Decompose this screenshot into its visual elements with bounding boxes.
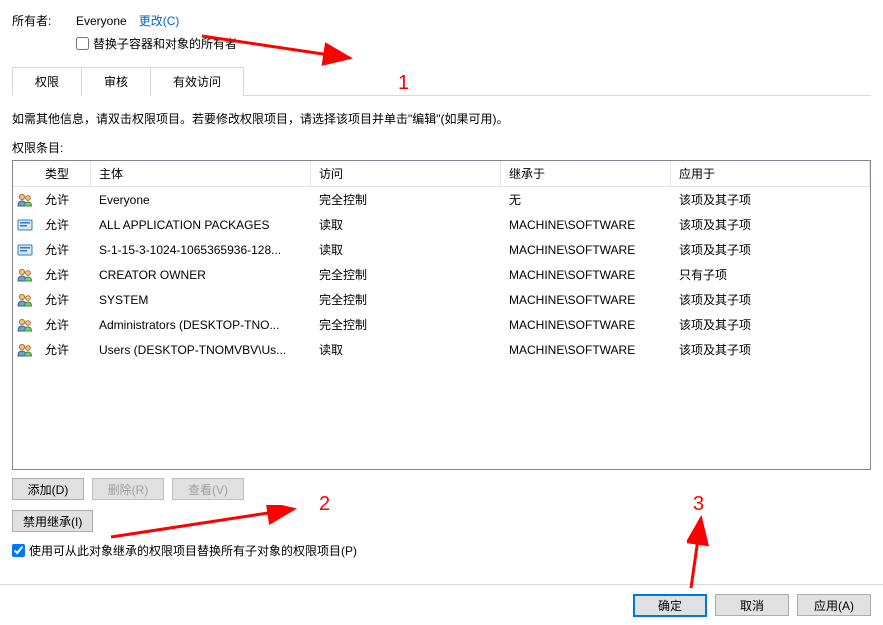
ok-button[interactable]: 确定 xyxy=(633,594,707,617)
table-row[interactable]: 允许CREATOR OWNER完全控制MACHINE\SOFTWARE只有子项 xyxy=(13,262,870,287)
table-header: 类型 主体 访问 继承于 应用于 xyxy=(13,161,870,187)
cell-principal: Everyone xyxy=(91,191,311,209)
cell-access: 读取 xyxy=(311,214,501,235)
table-row[interactable]: 允许SYSTEM完全控制MACHINE\SOFTWARE该项及其子项 xyxy=(13,287,870,312)
cell-apply: 该项及其子项 xyxy=(671,189,870,210)
cell-inherit: MACHINE\SOFTWARE xyxy=(501,266,671,284)
owner-change-link[interactable]: 更改(C) xyxy=(139,12,180,29)
package-icon xyxy=(13,217,37,233)
cell-principal: Users (DESKTOP-TNOMVBV\Us... xyxy=(91,341,311,359)
tab-permissions[interactable]: 权限 xyxy=(12,67,82,96)
cell-type: 允许 xyxy=(37,289,91,310)
replace-owner-label: 替换子容器和对象的所有者 xyxy=(93,35,237,52)
cell-access: 读取 xyxy=(311,239,501,260)
cell-type: 允许 xyxy=(37,189,91,210)
cell-type: 允许 xyxy=(37,339,91,360)
cell-inherit: 无 xyxy=(501,189,671,210)
cell-type: 允许 xyxy=(37,214,91,235)
table-row[interactable]: 允许Administrators (DESKTOP-TNO...完全控制MACH… xyxy=(13,312,870,337)
table-row[interactable]: 允许ALL APPLICATION PACKAGES读取MACHINE\SOFT… xyxy=(13,212,870,237)
col-access[interactable]: 访问 xyxy=(311,161,501,186)
col-apply[interactable]: 应用于 xyxy=(671,161,870,186)
remove-button: 删除(R) xyxy=(92,478,164,500)
users-icon xyxy=(13,292,37,308)
cell-apply: 该项及其子项 xyxy=(671,314,870,335)
users-icon xyxy=(13,192,37,208)
cell-principal: SYSTEM xyxy=(91,291,311,309)
table-row[interactable]: 允许Everyone完全控制无该项及其子项 xyxy=(13,187,870,212)
users-icon xyxy=(13,342,37,358)
info-text: 如需其他信息，请双击权限项目。若要修改权限项目，请选择该项目并单击"编辑"(如果… xyxy=(12,110,871,127)
cell-access: 完全控制 xyxy=(311,289,501,310)
cell-apply: 该项及其子项 xyxy=(671,214,870,235)
cell-apply: 只有子项 xyxy=(671,264,870,285)
owner-label: 所有者: xyxy=(12,12,76,29)
cell-type: 允许 xyxy=(37,314,91,335)
replace-perms-label: 使用可从此对象继承的权限项目替换所有子对象的权限项目(P) xyxy=(29,542,357,559)
cancel-button[interactable]: 取消 xyxy=(715,594,789,616)
cell-type: 允许 xyxy=(37,264,91,285)
permission-table: 类型 主体 访问 继承于 应用于 允许Everyone完全控制无该项及其子项允许… xyxy=(12,160,871,470)
table-row[interactable]: 允许S-1-15-3-1024-1065365936-128...读取MACHI… xyxy=(13,237,870,262)
cell-apply: 该项及其子项 xyxy=(671,289,870,310)
cell-apply: 该项及其子项 xyxy=(671,239,870,260)
package-icon xyxy=(13,242,37,258)
col-type[interactable]: 类型 xyxy=(37,161,91,186)
cell-inherit: MACHINE\SOFTWARE xyxy=(501,316,671,334)
users-icon xyxy=(13,267,37,283)
users-icon xyxy=(13,317,37,333)
entries-label: 权限条目: xyxy=(12,139,871,156)
replace-owner-checkbox[interactable] xyxy=(76,37,89,50)
owner-value: Everyone xyxy=(76,14,127,28)
replace-perms-checkbox[interactable] xyxy=(12,544,25,557)
cell-inherit: MACHINE\SOFTWARE xyxy=(501,241,671,259)
cell-access: 完全控制 xyxy=(311,314,501,335)
add-button[interactable]: 添加(D) xyxy=(12,478,84,500)
cell-apply: 该项及其子项 xyxy=(671,339,870,360)
table-row[interactable]: 允许Users (DESKTOP-TNOMVBV\Us...读取MACHINE\… xyxy=(13,337,870,362)
disable-inherit-button[interactable]: 禁用继承(I) xyxy=(12,510,93,532)
cell-access: 完全控制 xyxy=(311,264,501,285)
cell-inherit: MACHINE\SOFTWARE xyxy=(501,216,671,234)
cell-type: 允许 xyxy=(37,239,91,260)
cell-access: 完全控制 xyxy=(311,189,501,210)
apply-button[interactable]: 应用(A) xyxy=(797,594,871,616)
col-inherit[interactable]: 继承于 xyxy=(501,161,671,186)
cell-principal: S-1-15-3-1024-1065365936-128... xyxy=(91,241,311,259)
tabs: 权限 审核 有效访问 xyxy=(12,66,871,96)
cell-inherit: MACHINE\SOFTWARE xyxy=(501,291,671,309)
tab-effective-access[interactable]: 有效访问 xyxy=(150,67,244,96)
view-button: 查看(V) xyxy=(172,478,244,500)
cell-principal: ALL APPLICATION PACKAGES xyxy=(91,216,311,234)
cell-principal: Administrators (DESKTOP-TNO... xyxy=(91,316,311,334)
cell-inherit: MACHINE\SOFTWARE xyxy=(501,341,671,359)
divider xyxy=(0,584,883,585)
cell-principal: CREATOR OWNER xyxy=(91,266,311,284)
tab-auditing[interactable]: 审核 xyxy=(81,67,151,96)
cell-access: 读取 xyxy=(311,339,501,360)
col-principal[interactable]: 主体 xyxy=(91,161,311,186)
